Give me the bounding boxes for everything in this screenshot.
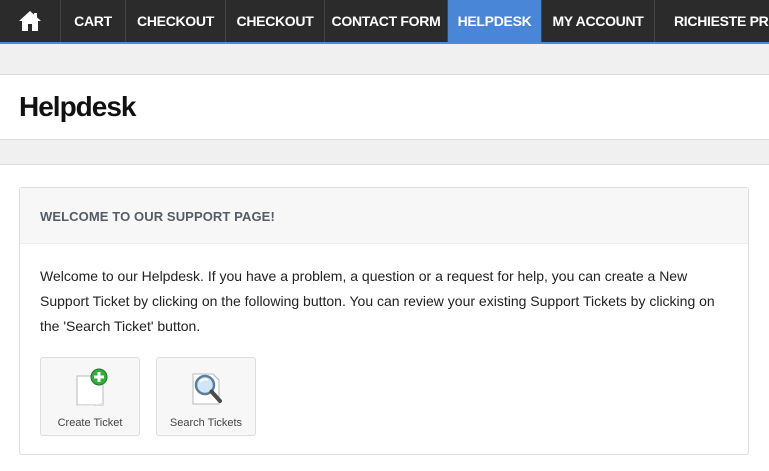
nav-item-my-account[interactable]: MY ACCOUNT bbox=[542, 0, 655, 42]
main-content: WELCOME TO OUR SUPPORT PAGE! Welcome to … bbox=[0, 164, 769, 471]
search-tickets-button[interactable]: Search Tickets bbox=[156, 357, 256, 436]
nav-item-cart[interactable]: CART bbox=[61, 0, 126, 42]
search-tickets-label: Search Tickets bbox=[169, 417, 243, 429]
create-ticket-label: Create Ticket bbox=[57, 417, 123, 429]
support-panel: WELCOME TO OUR SUPPORT PAGE! Welcome to … bbox=[19, 187, 749, 455]
nav-item-contact-form[interactable]: CONTACT FORM bbox=[325, 0, 448, 42]
magnifier-document-icon bbox=[192, 373, 222, 405]
page-header: Helpdesk bbox=[0, 74, 769, 140]
page-title: Helpdesk bbox=[19, 91, 136, 122]
nav-item-checkout-2[interactable]: CHECKOUT bbox=[226, 0, 325, 42]
panel-body: Welcome to our Helpdesk. If you have a p… bbox=[20, 244, 748, 437]
create-ticket-button[interactable]: Create Ticket bbox=[40, 357, 140, 436]
intro-text: Welcome to our Helpdesk. If you have a p… bbox=[40, 268, 715, 334]
top-navigation: CART CHECKOUT CHECKOUT CONTACT FORM HELP… bbox=[0, 0, 769, 44]
nav-home[interactable] bbox=[0, 0, 61, 42]
panel-heading: WELCOME TO OUR SUPPORT PAGE! bbox=[20, 188, 748, 244]
document-add-icon bbox=[76, 368, 108, 406]
action-tiles: Create Ticket Search Tickets bbox=[40, 357, 728, 437]
nav-item-checkout[interactable]: CHECKOUT bbox=[126, 0, 226, 42]
nav-item-richieste-preventivi[interactable]: RICHIESTE PREVENTIVI bbox=[655, 0, 769, 42]
nav-item-helpdesk[interactable]: HELPDESK bbox=[448, 0, 542, 42]
home-icon bbox=[19, 11, 41, 31]
